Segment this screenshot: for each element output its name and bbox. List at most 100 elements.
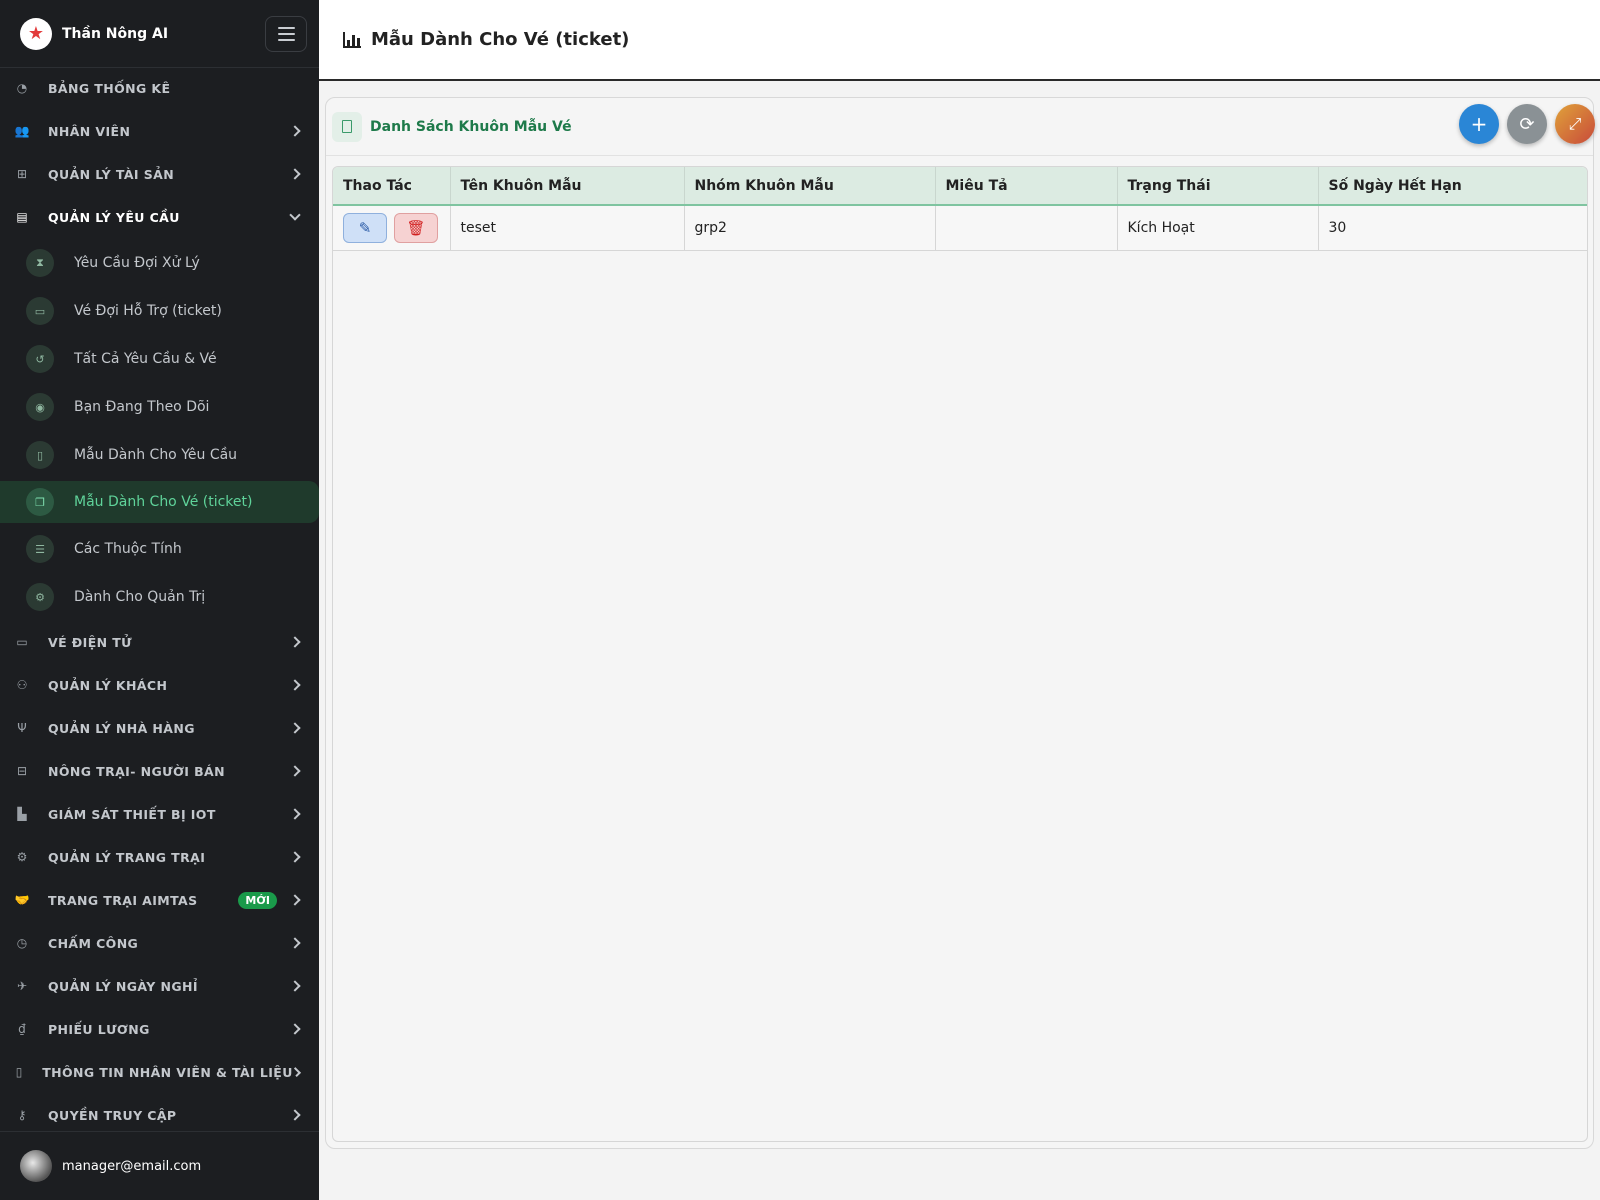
column-header-group[interactable]: Nhóm Khuôn Mẫu [684,167,936,206]
column-header-name[interactable]: Tên Khuôn Mẫu [450,167,685,206]
bar-chart-icon [343,31,361,48]
sliders-icon: ☰ [26,535,54,563]
sidebar-item-label: NÔNG TRẠI- NGƯỜI BÁN [48,763,225,779]
people-icon: ⚇ [16,678,28,692]
column-header-status[interactable]: Trạng Thái [1117,167,1319,206]
plane-icon: ✈ [16,979,28,993]
sidebar-item-farm-seller[interactable]: ⊟ NÔNG TRẠI- NGƯỜI BÁN [0,751,319,791]
sidebar-item-label: CHẤM CÔNG [48,935,139,951]
menu-toggle-button[interactable] [265,15,307,52]
sidebar-item-label: QUẢN LÝ NHÀ HÀNG [48,720,195,736]
user-email: manager@email.com [62,1158,202,1174]
sidebar-item-label: NHÂN VIÊN [48,123,131,139]
sidebar-item-label: THÔNG TIN NHÂN VIÊN & TÀI LIỆU [42,1064,293,1080]
card-header: Danh Sách Khuôn Mẫu Vé + ⟳ ⤢ [326,98,1595,156]
sidebar-item-label: QUẢN LÝ TRANG TRẠI [48,849,206,865]
sidebar-item-eticket[interactable]: ▭ VÉ ĐIỆN TỬ [0,622,319,662]
delete-button[interactable]: 🗑 [394,212,438,243]
row-actions: ✎ 🗑 [333,205,451,251]
sidebar-item-timekeeping[interactable]: ◷ CHẤM CÔNG [0,923,319,963]
sidebar-item-label: BẢNG THỐNG KÊ [48,80,171,96]
submenu-request-templates[interactable]: ▯ Mẫu Dành Cho Yêu Cầu [0,433,319,477]
factory-icon: ▙ [17,807,27,821]
clipboard-icon: ▤ [16,210,28,224]
submenu-all-requests[interactable]: ↺ Tất Cả Yêu Cầu & Vé [0,337,319,381]
sidebar-item-assets[interactable]: ⊞ QUẢN LÝ TÀI SẢN [0,154,319,194]
expand-button[interactable]: ⤢ [1555,104,1595,144]
new-badge: MỚI [238,891,277,909]
submenu-label: Bạn Đang Theo Dõi [74,399,210,415]
template-list-card: Danh Sách Khuôn Mẫu Vé + ⟳ ⤢ Thao Tác Tê… [325,97,1595,1149]
history-icon: ↺ [26,345,54,373]
sidebar-item-access[interactable]: ⚷ QUYỀN TRUY CẬP [0,1095,319,1135]
user-profile[interactable]: manager@email.com [0,1131,319,1200]
column-header-actions[interactable]: Thao Tác [333,167,451,206]
sidebar-item-aimtas[interactable]: 🤝 TRANG TRẠI AIMTAS MỚI [0,880,319,920]
chevron-right-icon [289,1109,301,1121]
page-header: Mẫu Dành Cho Vé (ticket) [319,0,1600,81]
utensils-icon: Ψ [17,721,27,735]
sidebar-item-leave[interactable]: ✈ QUẢN LÝ NGÀY NGHỈ [0,966,319,1006]
cell-expiry-days: 30 [1318,205,1587,251]
brand-logo-icon[interactable]: ★ [20,17,52,50]
avatar[interactable] [20,1150,52,1182]
column-header-expiry-days[interactable]: Số Ngày Hết Hạn [1318,167,1587,206]
copy-icon: ❐ [26,488,54,516]
clock-icon: ◷ [16,936,28,950]
ticket-icon: ▭ [16,635,28,649]
refresh-button[interactable]: ⟳ [1507,104,1547,144]
chevron-right-icon [289,980,301,992]
cell-group: grp2 [684,205,936,251]
cell-status: Kích Hoạt [1117,205,1319,251]
chevron-right-icon [289,894,301,906]
sidebar-item-employee-docs[interactable]: ▯ THÔNG TIN NHÂN VIÊN & TÀI LIỆU [0,1052,319,1092]
sidebar-item-requests[interactable]: ▤ QUẢN LÝ YÊU CẦU [0,197,319,237]
cell-name: teset [450,205,685,251]
sidebar-item-label: QUẢN LÝ YÊU CẦU [48,209,180,225]
submenu-attributes[interactable]: ☰ Các Thuộc Tính [0,527,319,571]
chevron-right-icon [289,679,301,691]
sidebar-item-staff[interactable]: 👥 NHÂN VIÊN [0,111,319,151]
card-title: Danh Sách Khuôn Mẫu Vé [370,118,572,135]
gauge-icon: ◔ [16,81,28,95]
submenu-ticket-templates[interactable]: ❐ Mẫu Dành Cho Vé (ticket) [0,481,319,523]
chevron-down-icon [289,209,301,221]
submenu-label: Mẫu Dành Cho Vé (ticket) [74,494,253,510]
sidebar-item-restaurant[interactable]: Ψ QUẢN LÝ NHÀ HÀNG [0,708,319,748]
brand-name: Thần Nông AI [62,25,169,42]
sidebar-item-label: VÉ ĐIỆN TỬ [48,634,133,650]
payslip-icon: ₫ [18,1022,26,1036]
ticket-icon: ▭ [26,297,54,325]
submenu-following[interactable]: ◉ Bạn Đang Theo Dõi [0,385,319,429]
submenu-pending-tickets[interactable]: ▭ Vé Đợi Hỗ Trợ (ticket) [0,289,319,333]
sidebar-item-dashboard[interactable]: ◔ BẢNG THỐNG KÊ [0,68,319,108]
sidebar-item-payslip[interactable]: ₫ PHIẾU LƯƠNG [0,1009,319,1049]
hourglass-icon: ⧗ [26,249,54,277]
sidebar-item-farm-management[interactable]: ⚙ QUẢN LÝ TRANG TRẠI [0,837,319,877]
add-button[interactable]: + [1459,104,1499,144]
chevron-right-icon [289,765,301,777]
sidebar-item-iot[interactable]: ▙ GIÁM SÁT THIẾT BỊ IOT [0,794,319,834]
user-gear-icon: ⚙ [26,583,54,611]
eye-icon: ◉ [26,393,54,421]
tractor-icon: ⚙ [16,850,28,864]
submenu-pending-requests[interactable]: ⧗ Yêu Cầu Đợi Xử Lý [0,241,319,285]
sidebar-item-guests[interactable]: ⚇ QUẢN LÝ KHÁCH [0,665,319,705]
page-title: Mẫu Dành Cho Vé (ticket) [371,29,630,50]
sidebar-item-label: QUẢN LÝ KHÁCH [48,677,168,693]
submenu-admin[interactable]: ⚙ Dành Cho Quản Trị [0,575,319,619]
column-header-description[interactable]: Miêu Tả [935,167,1118,206]
cell-description [935,205,1118,251]
users-icon: 👥 [14,124,30,138]
sidebar-item-label: GIÁM SÁT THIẾT BỊ IOT [48,806,216,822]
template-table: Thao Tác Tên Khuôn Mẫu Nhóm Khuôn Mẫu Mi… [332,166,1588,1142]
table-header-row: Thao Tác Tên Khuôn Mẫu Nhóm Khuôn Mẫu Mi… [333,167,1587,206]
submenu-label: Tất Cả Yêu Cầu & Vé [74,351,217,367]
chevron-right-icon [289,937,301,949]
submenu-label: Vé Đợi Hỗ Trợ (ticket) [74,303,222,319]
sidebar: ★ Thần Nông AI ◔ BẢNG THỐNG KÊ 👥 NHÂN VI… [0,0,319,1200]
sidebar-header: ★ Thần Nông AI [0,0,319,68]
chevron-right-icon [289,168,301,180]
edit-button[interactable]: ✎ [343,212,387,243]
handshake-icon: 🤝 [14,893,30,907]
